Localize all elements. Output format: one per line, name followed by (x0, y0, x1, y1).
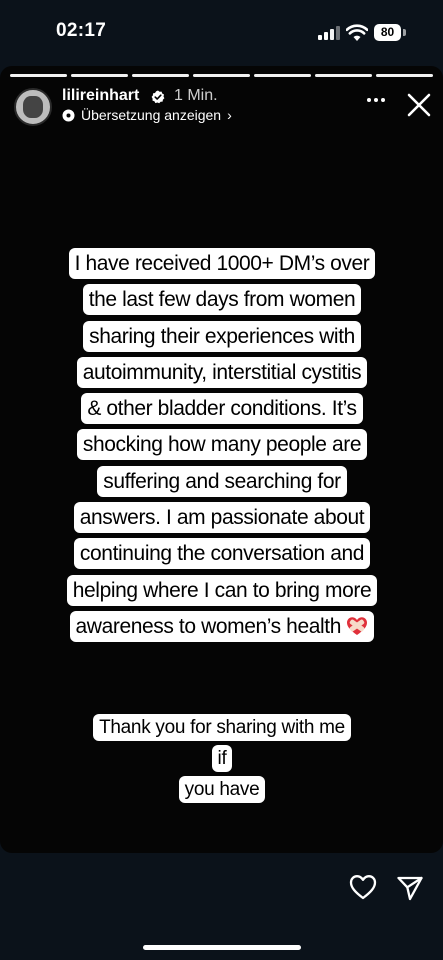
avatar[interactable] (14, 88, 52, 126)
story-viewer[interactable]: lilireinhart 1 Min. Übersetzung anzeigen… (0, 66, 443, 853)
caption-line: you have (178, 776, 266, 803)
heart-with-bandage-emoji-icon (347, 617, 368, 635)
progress-segment (71, 74, 128, 77)
caption-line: helping where I can to bring more (66, 574, 378, 606)
progress-segment (10, 74, 67, 77)
caption-line: suffering and searching for (97, 465, 347, 497)
caption-line: autoimmunity, interstitial cystitis (76, 356, 368, 388)
show-translation-link[interactable]: Übersetzung anzeigen › (62, 106, 232, 124)
caption-line: continuing the conversation and (73, 538, 371, 570)
chevron-right-icon: › (227, 107, 232, 123)
progress-segment (376, 74, 433, 77)
progress-segment (132, 74, 189, 77)
story-footer (0, 853, 443, 960)
battery-icon: 80 (374, 24, 406, 41)
post-time: 1 Min. (174, 87, 218, 104)
home-indicator (143, 945, 301, 950)
caption-line: the last few days from women (82, 284, 362, 316)
caption-line: answers. I am passionate about (73, 502, 371, 534)
battery-level: 80 (374, 24, 401, 41)
verified-badge-icon (151, 90, 165, 104)
cellular-signal-icon (318, 26, 340, 40)
caption-line: sharing their experiences with (83, 320, 361, 352)
send-icon[interactable] (396, 875, 424, 901)
caption-line: awareness to women’s health (69, 610, 375, 642)
status-bar: 02:17 80 (0, 0, 443, 64)
heart-icon[interactable] (349, 874, 377, 900)
translate-icon (62, 109, 75, 121)
progress-segment (315, 74, 372, 77)
caption-line: & other bladder conditions. It’s (81, 393, 363, 425)
close-icon[interactable] (406, 92, 432, 118)
username[interactable]: lilireinhart (62, 87, 139, 105)
caption-line: Thank you for sharing with me if (93, 714, 351, 772)
wifi-icon (346, 24, 368, 41)
more-options-icon[interactable] (366, 96, 386, 104)
story-caption: I have received 1000+ DM’s over the last … (62, 246, 382, 645)
progress-segment (193, 74, 250, 77)
progress-segment (254, 74, 311, 77)
status-time: 02:17 (56, 20, 107, 41)
translate-label: Übersetzung anzeigen (81, 107, 222, 123)
caption-line: I have received 1000+ DM’s over (68, 248, 376, 279)
story-caption-secondary: Thank you for sharing with me if you have (92, 712, 352, 805)
caption-line: shocking how many people are (76, 429, 368, 461)
story-progress-bar (10, 74, 433, 77)
